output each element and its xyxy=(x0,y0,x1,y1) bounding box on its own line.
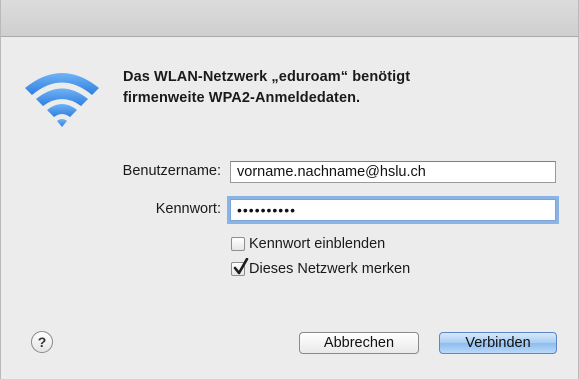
dialog-message-line-2: firmenweite WPA2-Anmeldedaten. xyxy=(123,90,361,106)
password-masked-value: •••••••••• xyxy=(237,202,297,218)
show-password-label: Kennwort einblenden xyxy=(249,236,386,252)
wifi-credentials-dialog: Das WLAN-Netzwerk „eduroam“ benötigt fir… xyxy=(0,0,579,379)
username-label: Benutzername: xyxy=(122,163,221,179)
checkmark-icon xyxy=(233,258,249,275)
remember-network-option[interactable]: Dieses Netzwerk merken xyxy=(231,258,411,278)
help-icon: ? xyxy=(37,334,47,350)
remember-network-label: Dieses Netzwerk merken xyxy=(249,261,411,277)
show-password-checkbox[interactable] xyxy=(231,237,245,251)
password-label: Kennwort: xyxy=(155,201,221,217)
help-button[interactable]: ? xyxy=(31,331,53,353)
dialog-message-line-1: Das WLAN-Netzwerk „eduroam“ benötigt xyxy=(123,69,411,85)
connect-button[interactable]: Verbinden xyxy=(439,332,557,354)
dialog-message: Das WLAN-Netzwerk „eduroam“ benötigt fir… xyxy=(123,67,553,109)
cancel-button[interactable]: Abbrechen xyxy=(299,332,419,354)
dialog-title-bar xyxy=(1,0,578,37)
show-password-option[interactable]: Kennwort einblenden xyxy=(231,235,385,253)
remember-network-checkbox[interactable] xyxy=(231,258,249,276)
username-input[interactable]: vorname.nachname@hslu.ch xyxy=(230,161,556,183)
password-input[interactable]: •••••••••• xyxy=(230,199,556,221)
wifi-icon xyxy=(25,73,99,127)
